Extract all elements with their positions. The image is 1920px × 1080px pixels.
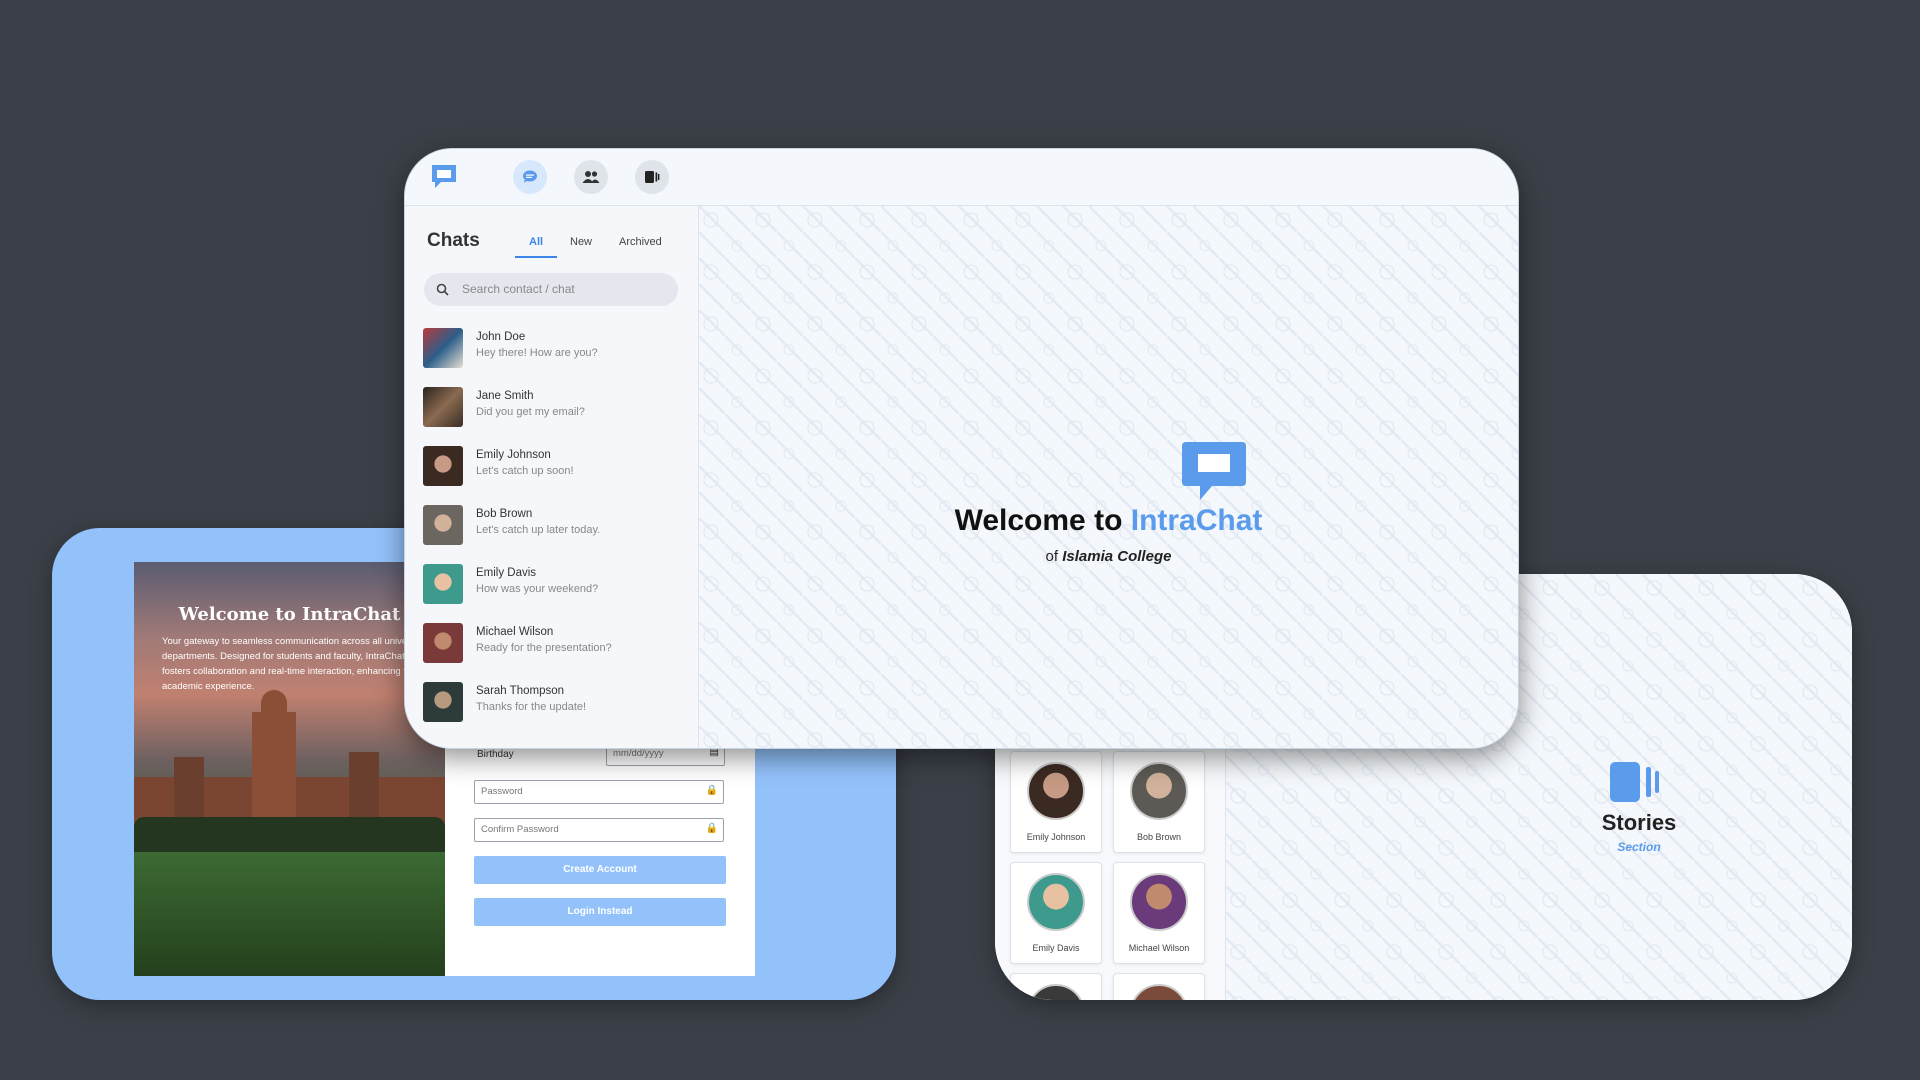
chat-last-message: Ready for the presentation?: [476, 642, 612, 654]
story-tile[interactable]: Michael Wilson: [1113, 862, 1205, 964]
chat-window: Chats All New Archived Search contact / …: [404, 148, 1519, 749]
lock-icon: 🔒: [705, 823, 718, 834]
tab-new[interactable]: New: [570, 236, 592, 248]
chat-last-message: Let's catch up later today.: [476, 524, 601, 536]
avatar: [1130, 873, 1188, 931]
avatar: [423, 564, 463, 604]
chat-list-item[interactable]: Emily Davis How was your weekend?: [405, 564, 698, 622]
campus-hero-image: Welcome to IntraChat Your gateway to sea…: [134, 562, 445, 976]
avatar: [1130, 984, 1188, 1000]
avatar: [423, 387, 463, 427]
chat-last-message: Hey there! How are you?: [476, 347, 598, 359]
chat-list-item[interactable]: John Doe Hey there! How are you?: [405, 328, 698, 386]
top-navbar: [405, 149, 1518, 206]
story-tile[interactable]: [1113, 973, 1205, 1000]
chat-list-item[interactable]: Michael Wilson Ready for the presentatio…: [405, 623, 698, 681]
create-account-button[interactable]: Create Account: [474, 856, 726, 884]
users-icon: [582, 171, 600, 183]
story-name: Emily Johnson: [1026, 832, 1086, 842]
stories-title: Stories: [1601, 810, 1677, 835]
chat-contact-name: Emily Johnson: [476, 449, 551, 461]
stories-subtitle: Section: [1617, 840, 1661, 854]
avatar: [423, 505, 463, 545]
avatar: [1027, 984, 1085, 1000]
chat-last-message: Let's catch up soon!: [476, 465, 574, 477]
avatar: [423, 623, 463, 663]
chat-last-message: How was your weekend?: [476, 583, 599, 595]
birthday-placeholder: mm/dd/yyyy: [613, 748, 664, 759]
password-placeholder: Password: [481, 786, 523, 797]
stories-icon: [645, 171, 660, 183]
chat-last-message: Thanks for the update!: [476, 701, 587, 713]
hero-text: Your gateway to seamless communication a…: [162, 636, 425, 692]
search-icon: [436, 283, 449, 296]
chat-contact-name: Jane Smith: [476, 390, 534, 402]
welcome-of: of: [1045, 548, 1063, 565]
avatar: [1027, 873, 1085, 931]
birthday-label: Birthday: [477, 749, 514, 760]
search-input[interactable]: Search contact / chat: [424, 273, 678, 306]
chat-contact-name: Sarah Thompson: [476, 685, 565, 697]
chat-list-item[interactable]: Sarah Thompson Thanks for the update!: [405, 682, 698, 740]
avatar: [1027, 762, 1085, 820]
chat-sidebar: Chats All New Archived Search contact / …: [405, 206, 699, 748]
login-instead-button[interactable]: Login Instead: [474, 898, 726, 926]
chat-contact-name: Emily Davis: [476, 567, 537, 579]
chat-bubble-icon: [523, 170, 537, 183]
nav-stories-button[interactable]: [635, 160, 669, 194]
chat-list-item[interactable]: Emily Johnson Let's catch up soon!: [405, 446, 698, 504]
stories-icon: [1610, 762, 1659, 802]
story-tile[interactable]: Emily Davis: [1010, 862, 1102, 964]
avatar: [423, 446, 463, 486]
active-tab-indicator: [515, 256, 557, 258]
chat-list-item[interactable]: Bob Brown Let's catch up later today.: [405, 505, 698, 563]
confirm-password-field[interactable]: Confirm Password 🔒: [474, 818, 724, 842]
story-name: Michael Wilson: [1128, 943, 1190, 953]
chat-contact-name: John Doe: [476, 331, 526, 343]
intrachat-logo-icon: [1182, 442, 1246, 500]
chats-heading: Chats: [427, 230, 480, 251]
welcome-subtitle: of Islamia College: [699, 548, 1518, 565]
chat-contact-name: Michael Wilson: [476, 626, 554, 638]
nav-users-button[interactable]: [574, 160, 608, 194]
welcome-prefix: Welcome to: [954, 504, 1131, 537]
avatar: [423, 328, 463, 368]
story-tile[interactable]: Bob Brown: [1113, 751, 1205, 853]
intrachat-logo-icon: [432, 165, 456, 188]
tab-all[interactable]: All: [529, 236, 543, 248]
story-tile[interactable]: Emily Johnson: [1010, 751, 1102, 853]
welcome-pane: Welcome to IntraChat of Islamia College: [699, 206, 1518, 748]
story-name: Bob Brown: [1136, 832, 1182, 842]
nav-chats-button[interactable]: [513, 160, 547, 194]
confirm-password-placeholder: Confirm Password: [481, 824, 559, 835]
tab-archived[interactable]: Archived: [619, 236, 662, 248]
college-name: Islamia College: [1062, 548, 1172, 565]
chat-list-item[interactable]: Jane Smith Did you get my email?: [405, 387, 698, 445]
chat-last-message: Did you get my email?: [476, 406, 585, 418]
search-placeholder: Search contact / chat: [462, 282, 575, 296]
avatar: [1130, 762, 1188, 820]
hero-title: Welcome to IntraChat: [178, 604, 401, 625]
lock-icon: 🔒: [705, 785, 718, 796]
story-tile[interactable]: [1010, 973, 1102, 1000]
welcome-title: Welcome to IntraChat: [699, 504, 1518, 538]
chat-contact-name: Bob Brown: [476, 508, 533, 520]
story-name: Emily Davis: [1032, 943, 1080, 953]
password-field[interactable]: Password 🔒: [474, 780, 724, 804]
welcome-brand: IntraChat: [1130, 504, 1263, 537]
avatar: [423, 682, 463, 722]
